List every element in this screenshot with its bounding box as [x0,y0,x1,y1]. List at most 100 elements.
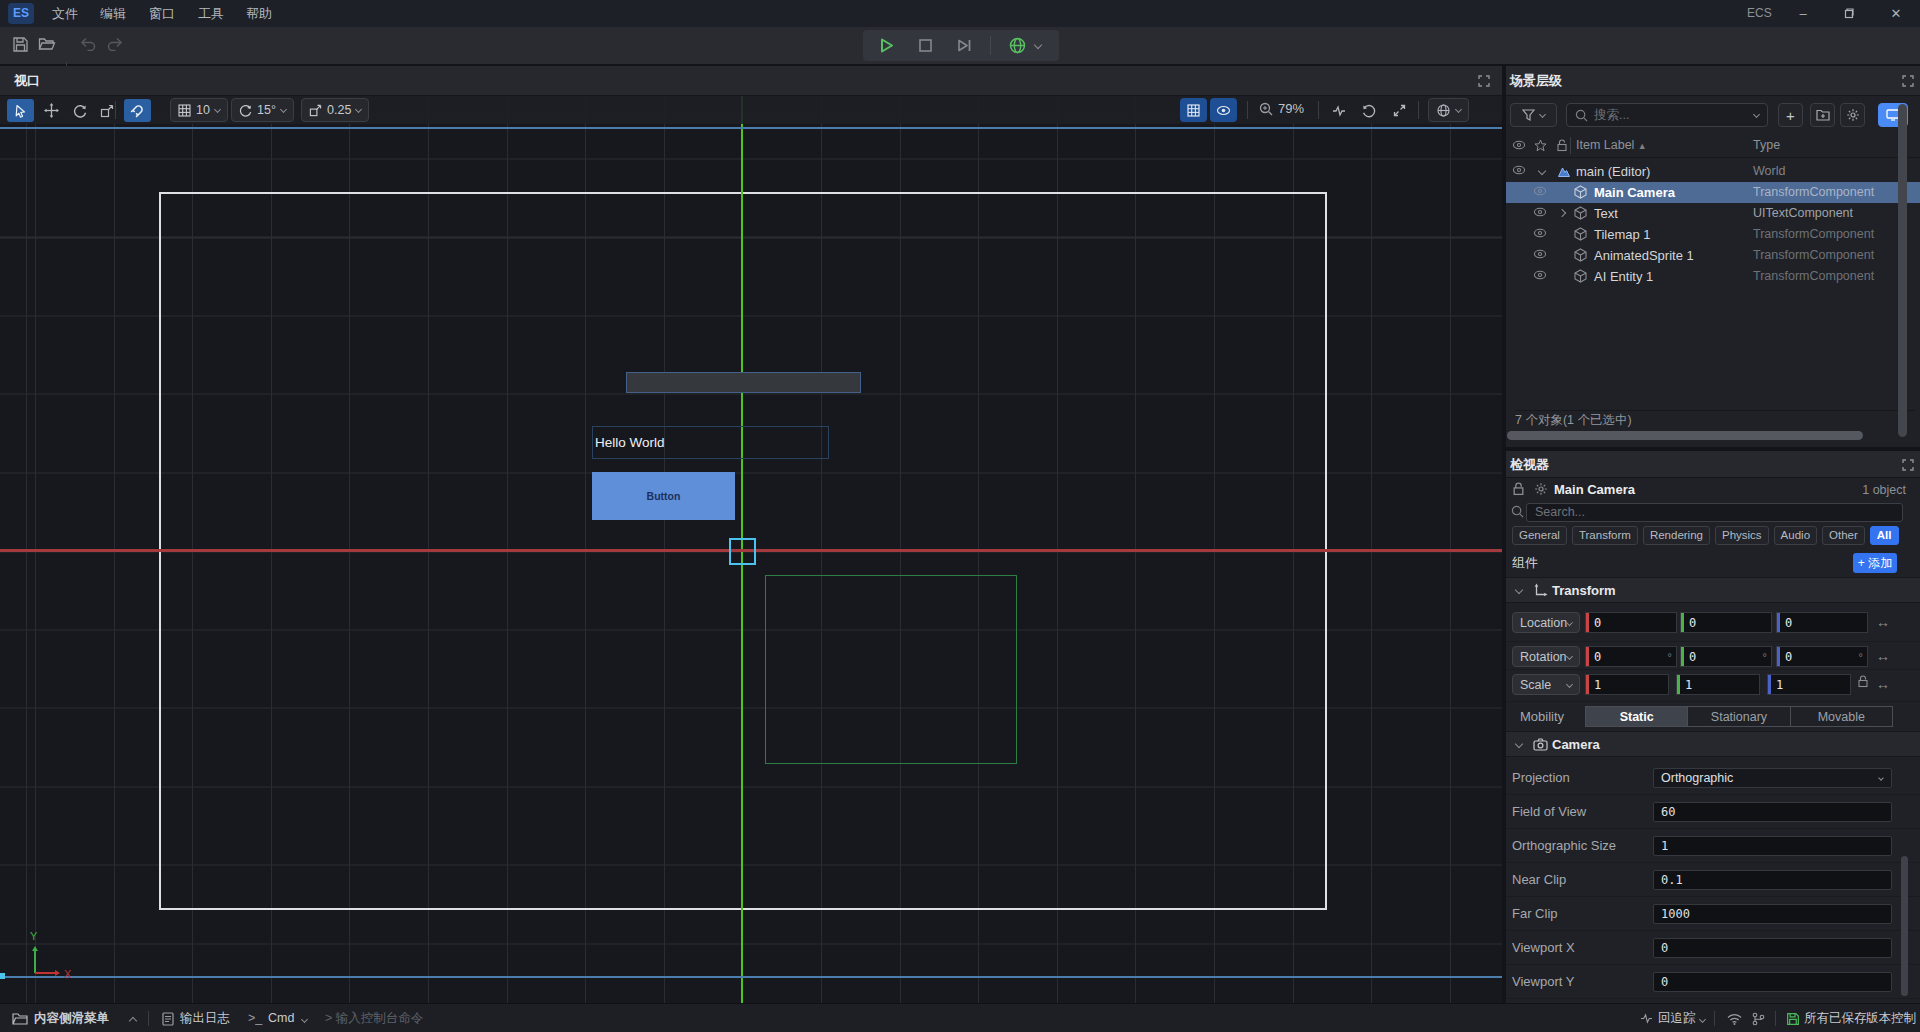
scale-z-field[interactable]: 1 [1767,674,1851,695]
mobility-movable[interactable]: Movable [1791,707,1892,726]
visibility-eye-icon[interactable] [1533,248,1547,260]
rotation-y-field[interactable]: 0° [1680,646,1772,667]
far-clip-input[interactable]: 1000 [1653,904,1892,924]
tree-row-main-camera[interactable]: Main Camera TransformComponent [1506,182,1920,203]
hierarchy-expand-icon[interactable] [1902,75,1914,87]
lock-icon[interactable] [1512,482,1525,496]
column-type[interactable]: Type [1753,134,1780,157]
hierarchy-hscrollbar[interactable] [1507,431,1863,440]
tree-row-main[interactable]: main (Editor) World [1506,161,1920,182]
gear-icon[interactable] [1534,482,1548,496]
menu-tools[interactable]: 工具 [198,0,224,27]
scale-x-field[interactable]: 1 [1585,674,1669,695]
scale-y-field[interactable]: 1 [1676,674,1760,695]
scale-dropdown[interactable]: Scale [1512,674,1580,695]
viewport-expand-icon[interactable] [1478,75,1490,87]
visibility-eye-icon[interactable] [1533,269,1547,281]
mobility-stationary[interactable]: Stationary [1688,707,1790,726]
hierarchy-settings-button[interactable] [1840,103,1865,127]
tree-row-animatedsprite[interactable]: AnimatedSprite 1 TransformComponent [1506,245,1920,266]
orthographic-size-input[interactable]: 1 [1653,836,1892,856]
menu-window[interactable]: 窗口 [149,0,175,27]
projection-dropdown[interactable]: Orthographic [1653,768,1892,788]
fullscreen-button[interactable] [1386,99,1412,122]
undo-icon[interactable] [80,36,97,51]
selection-handle[interactable] [729,538,756,565]
mobility-static[interactable]: Static [1586,707,1688,726]
tree-row-text[interactable]: Text UITextComponent [1506,203,1920,224]
tab-other[interactable]: Other [1822,526,1865,545]
location-z-field[interactable]: 0 [1776,612,1868,633]
new-folder-button[interactable] [1810,103,1835,127]
visibility-column-icon[interactable] [1512,139,1526,151]
location-x-field[interactable]: 0 [1585,612,1677,633]
filter-button[interactable] [1510,103,1557,127]
tree-row-tilemap[interactable]: Tilemap 1 TransformComponent [1506,224,1920,245]
stop-button[interactable] [917,37,934,54]
field-of-view-input[interactable]: 60 [1653,802,1892,822]
maximize-button[interactable] [1838,0,1858,27]
link-axes-icon[interactable]: ↔ [1876,614,1890,630]
location-dropdown[interactable]: Location [1512,612,1580,633]
tab-general[interactable]: General [1512,526,1567,545]
inspector-vscrollbar[interactable] [1901,856,1908,996]
version-control-button[interactable]: 版本控制 [1866,1004,1916,1032]
add-entity-button[interactable]: + [1778,103,1803,127]
scale-snap-dropdown[interactable]: 0.25 [301,98,369,122]
save-icon[interactable] [12,36,29,53]
menu-edit[interactable]: 编辑 [100,0,126,27]
viewport-y-input[interactable]: 0 [1653,972,1892,992]
ui-panel-bar[interactable] [626,372,861,393]
add-component-button[interactable]: + 添加 [1853,553,1897,573]
step-button[interactable] [956,37,974,54]
grid-snap-dropdown[interactable]: 10 [170,98,228,122]
inspector-search-input[interactable]: Search... [1526,503,1903,522]
snap-toggle-button[interactable] [124,99,151,122]
output-log-button[interactable]: 输出日志 [180,1004,230,1032]
tab-all[interactable]: All [1870,526,1899,545]
wifi-icon[interactable] [1727,1013,1742,1025]
near-clip-input[interactable]: 0.1 [1653,870,1892,890]
visibility-toggle-button[interactable] [1210,98,1237,122]
select-tool-button[interactable] [7,99,34,122]
move-tool-button[interactable] [38,99,65,122]
branch-icon[interactable] [1752,1012,1765,1026]
favorite-column-icon[interactable] [1534,139,1547,152]
world-view-dropdown[interactable] [1428,98,1469,122]
zoom-indicator[interactable]: 79% [1259,101,1304,116]
content-drawer-button[interactable]: 内容侧滑菜单 [34,1004,109,1032]
scene-canvas[interactable]: Hello World Button Y X [0,96,1502,1003]
world-globe-icon[interactable] [1008,36,1027,55]
column-item-label[interactable]: Item Label ▲ [1576,134,1647,158]
stats-graph-button[interactable] [1326,99,1352,122]
visibility-eye-icon[interactable] [1533,227,1547,239]
visibility-eye-icon[interactable] [1512,164,1526,176]
grid-toggle-button[interactable] [1180,98,1207,122]
viewport-x-input[interactable]: 0 [1653,938,1892,958]
rotate-snap-dropdown[interactable]: 15° [231,98,294,122]
lock-column-icon[interactable] [1556,139,1568,152]
open-folder-icon[interactable] [38,36,56,52]
reset-view-button[interactable] [1356,99,1382,122]
hierarchy-search-input[interactable]: 搜索... [1566,103,1768,127]
redo-icon[interactable] [106,36,123,51]
camera-section-header[interactable]: Camera [1506,731,1920,757]
inspector-expand-icon[interactable] [1902,459,1914,471]
tree-row-ai-entity[interactable]: AI Entity 1 TransformComponent [1506,266,1920,287]
location-y-field[interactable]: 0 [1680,612,1772,633]
console-input[interactable]: > 输入控制台命令 [325,1004,423,1032]
transform-section-header[interactable]: Transform [1506,577,1920,603]
rotation-dropdown[interactable]: Rotation [1512,646,1580,667]
link-axes-icon[interactable]: ↔ [1876,676,1890,692]
tab-physics[interactable]: Physics [1715,526,1769,545]
hello-world-textbox[interactable]: Hello World [592,426,829,459]
close-button[interactable]: ✕ [1886,0,1906,27]
rotation-x-field[interactable]: 0° [1585,646,1677,667]
trace-button[interactable]: 回追踪 [1658,1004,1696,1032]
menu-help[interactable]: 帮助 [246,0,272,27]
tab-rendering[interactable]: Rendering [1643,526,1710,545]
rotation-z-field[interactable]: 0° [1776,646,1868,667]
play-button[interactable] [877,36,896,55]
scale-lock-icon[interactable] [1857,675,1869,688]
rotate-tool-button[interactable] [66,99,93,122]
